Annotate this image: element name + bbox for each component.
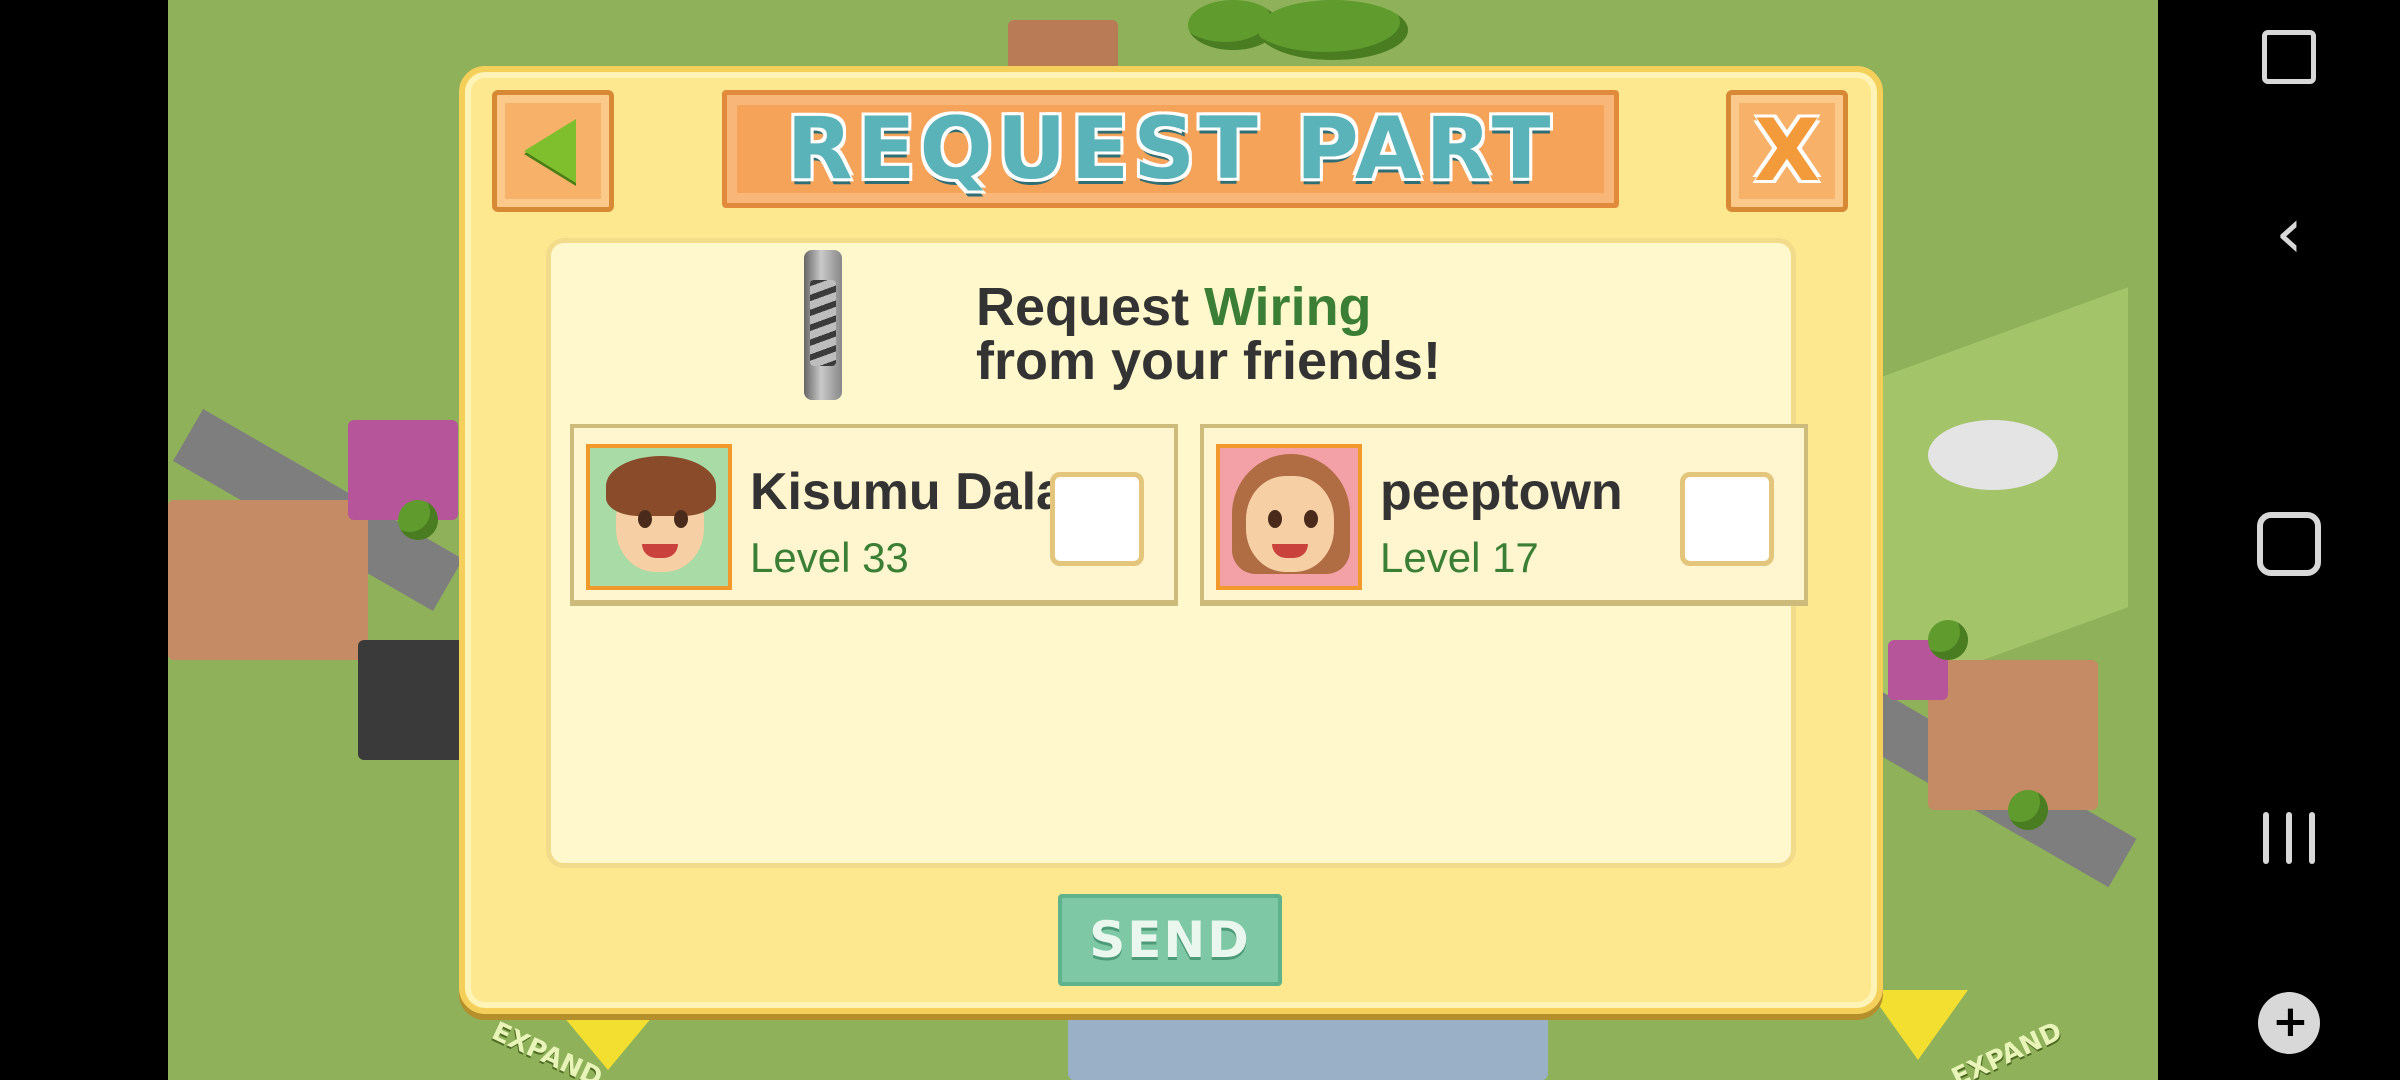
friend-name: Kisumu Dala bbox=[750, 463, 1050, 521]
close-button[interactable]: X bbox=[1726, 90, 1848, 212]
android-nav-bar: ‹ bbox=[2178, 0, 2400, 1080]
friend-card[interactable]: Kisumu Dala Level 33 bbox=[570, 424, 1178, 606]
townhouse-building bbox=[168, 500, 368, 660]
avatar-eye bbox=[1304, 510, 1318, 528]
request-prefix: Request bbox=[976, 277, 1205, 337]
dialog-title: REQUEST PART bbox=[786, 99, 1555, 199]
office-building bbox=[1068, 1010, 1548, 1080]
friend-select-checkbox[interactable] bbox=[1680, 472, 1774, 566]
avatar-eye bbox=[1268, 510, 1282, 528]
boy-avatar bbox=[586, 444, 732, 590]
avatar-eye bbox=[674, 510, 688, 528]
request-subheading: from your friends! bbox=[976, 331, 1442, 391]
wiring-part-icon bbox=[804, 250, 842, 400]
fountain-plaza bbox=[1928, 420, 2058, 490]
tree bbox=[1928, 620, 1968, 660]
game-tools-icon[interactable] bbox=[2258, 992, 2320, 1054]
back-arrow-icon bbox=[524, 119, 576, 183]
avatar-eye bbox=[638, 510, 652, 528]
expand-arrow-right-icon[interactable] bbox=[1868, 990, 1968, 1060]
friend-card[interactable]: peeptown Level 17 bbox=[1200, 424, 1808, 606]
part-name: Wiring bbox=[1204, 277, 1372, 337]
friend-level: Level 17 bbox=[1380, 534, 1539, 581]
friend-level: Level 33 bbox=[750, 534, 909, 581]
house-roof bbox=[1008, 20, 1118, 70]
recents-icon[interactable] bbox=[2263, 812, 2315, 864]
back-icon[interactable]: ‹ bbox=[2275, 198, 2303, 268]
screen-tool-icon[interactable] bbox=[2262, 30, 2316, 84]
title-banner: REQUEST PART bbox=[722, 90, 1619, 208]
friend-select-checkbox[interactable] bbox=[1050, 472, 1144, 566]
girl-avatar bbox=[1216, 444, 1362, 590]
shop-building bbox=[358, 640, 468, 760]
friend-name: peeptown bbox=[1380, 463, 1623, 521]
avatar-hair bbox=[606, 456, 716, 516]
tree bbox=[1258, 0, 1408, 60]
send-button[interactable]: SEND bbox=[1058, 894, 1282, 986]
tree bbox=[2008, 790, 2048, 830]
request-heading: Request Wiring bbox=[976, 276, 1372, 338]
close-x-icon: X bbox=[1753, 101, 1821, 201]
back-button[interactable] bbox=[492, 90, 614, 212]
home-icon[interactable] bbox=[2257, 512, 2321, 576]
townhouse-building bbox=[1928, 660, 2098, 810]
tree bbox=[398, 500, 438, 540]
